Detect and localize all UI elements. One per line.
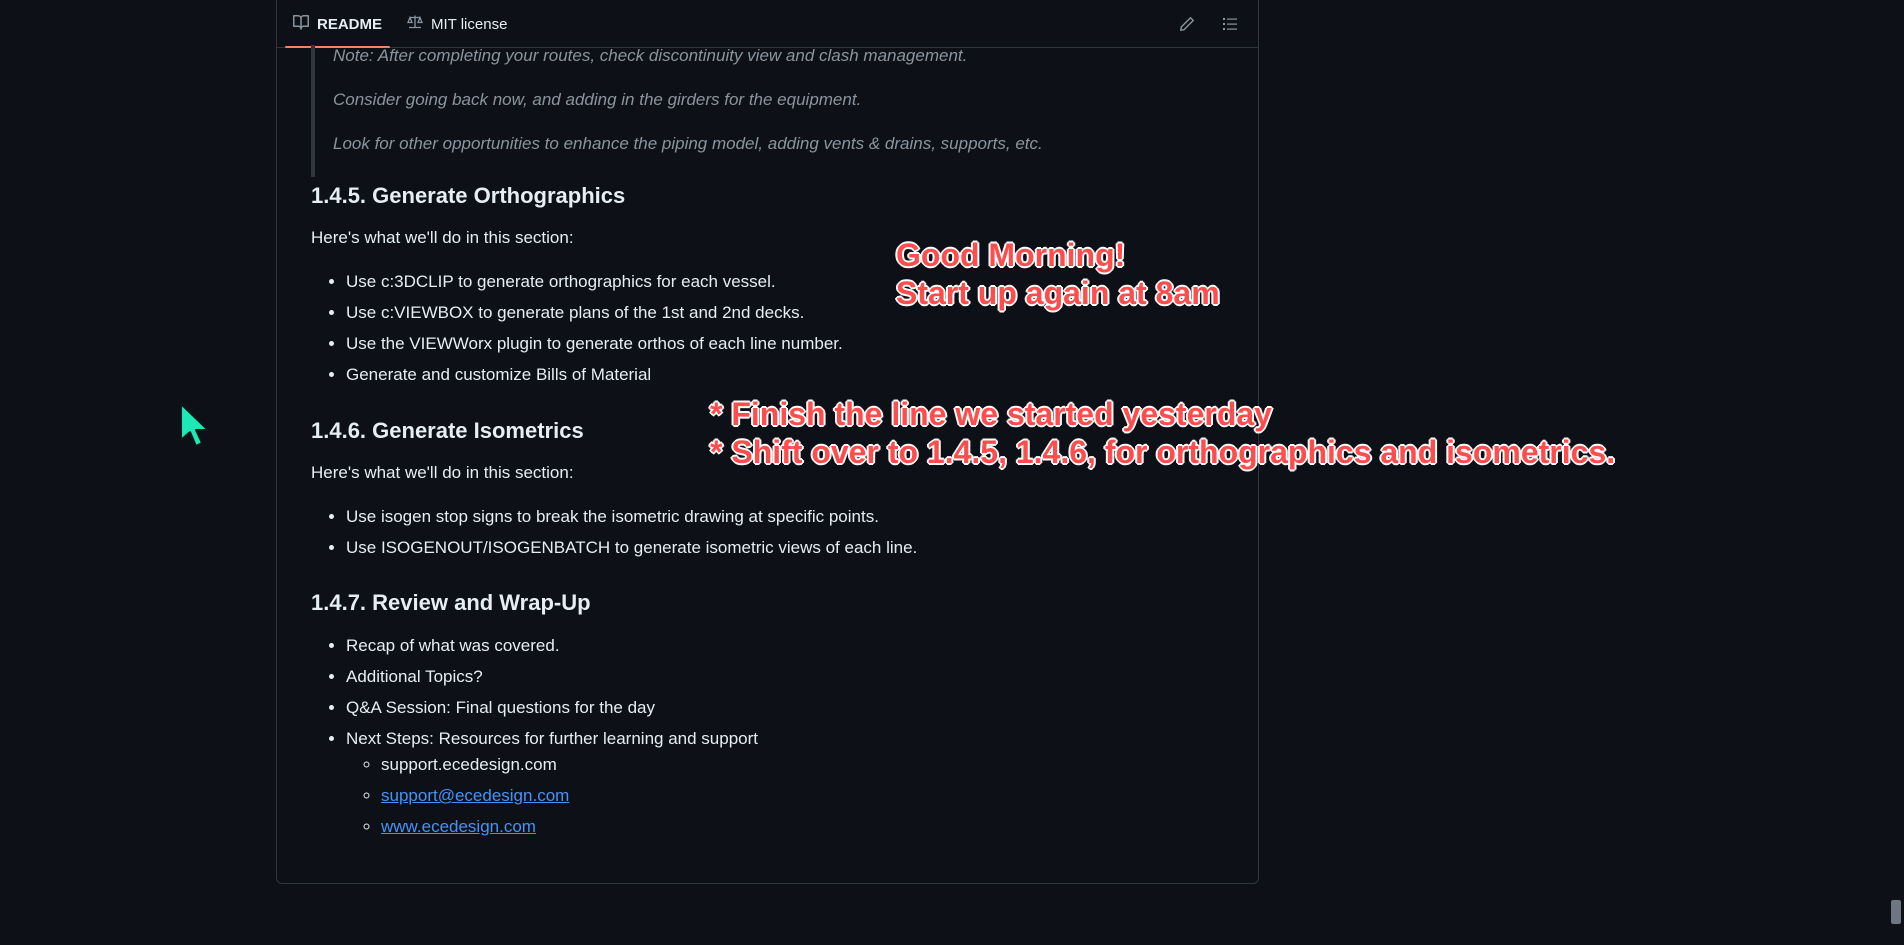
- list-item: Use ISOGENOUT/ISOGENBATCH to generate is…: [346, 537, 917, 568]
- list-item: Use isogen stop signs to break the isome…: [346, 506, 917, 537]
- isometrics-intro: Here's what we'll do in this section:: [311, 463, 574, 482]
- heading-isometrics: 1.4.6. Generate Isometrics: [311, 418, 584, 443]
- website-item: www.ecedesign.com: [381, 816, 758, 847]
- overlay-line: Start up again at 8am: [896, 275, 1221, 312]
- list-item: Use the VIEWWorx plugin to generate orth…: [346, 333, 843, 364]
- orthographics-list: Use c:3DCLIP to generate orthographics f…: [311, 271, 843, 395]
- overlay-greeting: Good Morning! Start up again at 8am: [896, 236, 1221, 312]
- support-sublist: support.ecedesign.com support@ecedesign.…: [346, 754, 758, 847]
- list-icon[interactable]: [1218, 12, 1242, 36]
- tab-license-label: MIT license: [431, 15, 508, 33]
- heading-orthographics: 1.4.5. Generate Orthographics: [311, 183, 626, 208]
- readme-tabbar: README MIT license: [277, 1, 1258, 48]
- tab-readme-label: README: [317, 15, 383, 33]
- isometrics-list: Use isogen stop signs to break the isome…: [311, 506, 917, 568]
- orthographics-intro: Here's what we'll do in this section:: [311, 228, 574, 247]
- quote-line: Note: After completing your routes, chec…: [333, 46, 968, 65]
- blockquote: Note: After completing your routes, chec…: [311, 45, 1043, 177]
- overlay-tasks: * Finish the line we started yesterday *…: [709, 395, 1616, 471]
- list-item: Additional Topics?: [346, 666, 758, 697]
- scrollbar-thumb[interactable]: [1891, 900, 1901, 924]
- list-item: Use c:VIEWBOX to generate plans of the 1…: [346, 302, 843, 333]
- mouse-cursor-icon: [178, 402, 212, 457]
- list-item: Use c:3DCLIP to generate orthographics f…: [346, 271, 843, 302]
- heading-review: 1.4.7. Review and Wrap-Up: [311, 590, 591, 615]
- list-item: Next Steps: Resources for further learni…: [346, 728, 758, 847]
- overlay-line: * Finish the line we started yesterday: [709, 396, 1272, 433]
- tab-license[interactable]: MIT license: [407, 1, 507, 47]
- overlay-line: * Shift over to 1.4.5, 1.4.6, for orthog…: [709, 434, 1616, 471]
- pencil-icon[interactable]: [1175, 12, 1199, 36]
- list-item: Q&A Session: Final questions for the day: [346, 697, 758, 728]
- scale-icon: [407, 14, 431, 34]
- support-email-item: support@ecedesign.com: [381, 785, 758, 816]
- book-icon: [293, 14, 317, 34]
- website-link[interactable]: www.ecedesign.com: [381, 817, 536, 836]
- page-scrollbar[interactable]: [1888, 0, 1904, 945]
- list-item: Generate and customize Bills of Material: [346, 364, 843, 395]
- list-item: Recap of what was covered.: [346, 635, 758, 666]
- review-list: Recap of what was covered. Additional To…: [311, 635, 758, 847]
- quote-line: Consider going back now, and adding in t…: [333, 90, 862, 109]
- tab-readme[interactable]: README: [285, 1, 391, 48]
- support-site-text: support.ecedesign.com: [381, 754, 758, 785]
- quote-line: Look for other opportunities to enhance …: [333, 134, 1043, 153]
- support-email-link[interactable]: support@ecedesign.com: [381, 786, 569, 805]
- list-item-text: Next Steps: Resources for further learni…: [346, 729, 758, 748]
- overlay-line: Good Morning!: [896, 237, 1126, 274]
